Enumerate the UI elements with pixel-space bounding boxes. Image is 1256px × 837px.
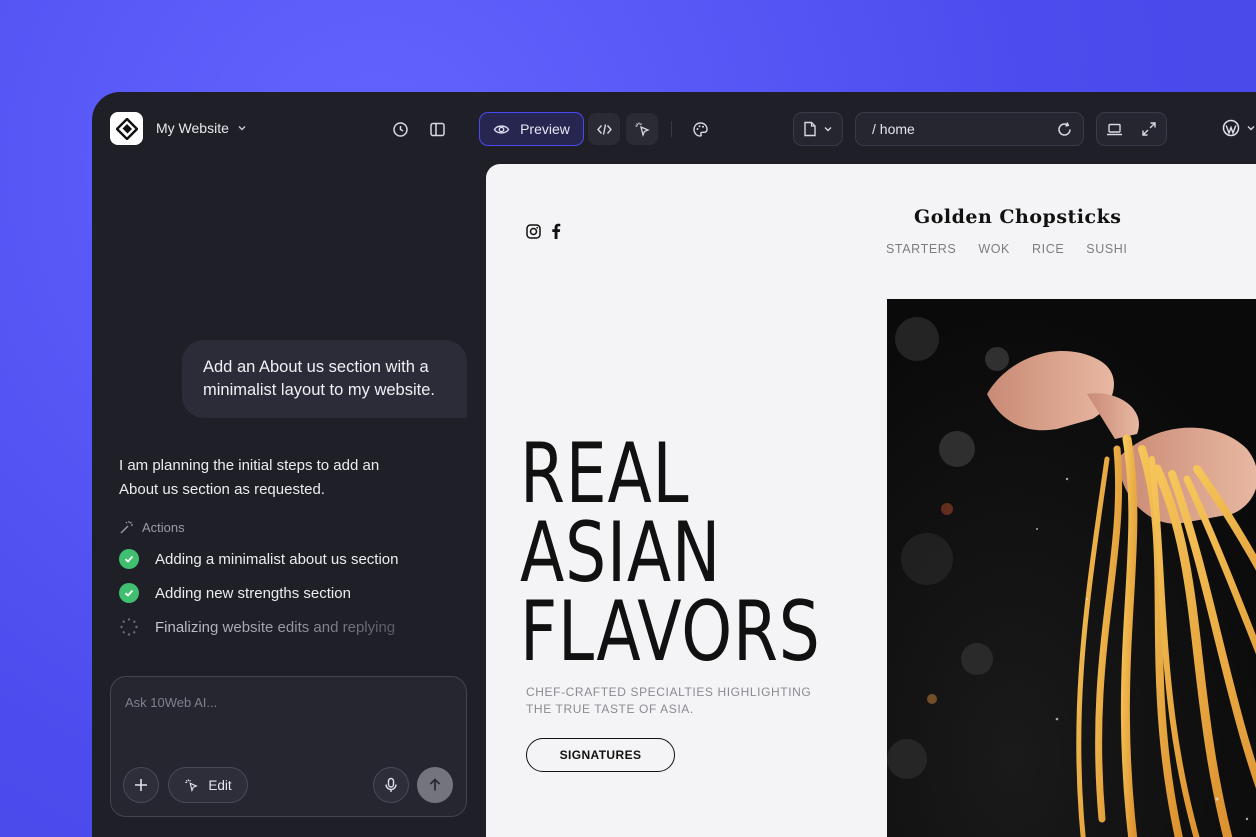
hero-subtitle: CHEF-CRAFTED SPECIALTIES HIGHLIGHTING TH… [526, 684, 826, 718]
site-brand[interactable]: Golden Chopsticks [914, 206, 1121, 228]
action-label: Adding a minimalist about us section [155, 550, 399, 568]
facebook-icon[interactable] [551, 223, 561, 239]
hero-subtitle-line: CHEF-CRAFTED SPECIALTIES HIGHLIGHTING [526, 685, 812, 699]
voice-input-button[interactable] [373, 767, 409, 803]
hero-title-line: ASIAN [520, 504, 722, 601]
edit-label: Edit [208, 777, 232, 793]
microphone-icon [385, 777, 397, 792]
code-icon [596, 123, 612, 135]
eye-icon [493, 124, 510, 134]
palette-icon [692, 121, 708, 137]
user-message: Add an About us section with a minimalis… [182, 340, 467, 418]
select-element-button[interactable] [626, 113, 658, 145]
plus-icon [135, 779, 147, 791]
ai-message: I am planning the initial steps to add a… [119, 457, 380, 498]
logo-icon[interactable] [110, 112, 143, 145]
site-selector[interactable]: My Website [156, 120, 247, 136]
page-selector[interactable] [793, 112, 843, 146]
sidebar-icon [429, 122, 445, 136]
magic-wand-icon [120, 521, 133, 534]
wordpress-icon [1222, 119, 1240, 137]
arrow-up-icon [429, 778, 441, 791]
nav-item-rice[interactable]: RICE [1032, 242, 1064, 256]
website-preview: Golden Chopsticks STARTERS WOK RICE SUSH… [486, 164, 1256, 837]
hero-image [887, 299, 1256, 837]
toolbar-divider [671, 121, 672, 137]
signatures-button[interactable]: SIGNATURES [526, 738, 675, 772]
preview-label: Preview [520, 121, 570, 137]
wordpress-menu[interactable] [1222, 119, 1256, 137]
top-bar: My Website Preview / home [92, 92, 1256, 164]
instagram-icon[interactable] [526, 223, 541, 239]
action-item: Adding new strengths section [119, 583, 351, 603]
chevron-down-icon [824, 127, 832, 132]
social-links [526, 223, 561, 239]
hero-title-line: REAL [520, 425, 690, 522]
history-button[interactable] [384, 113, 416, 145]
hero-subtitle-line: THE TRUE TASTE OF ASIA. [526, 702, 694, 716]
actions-label: Actions [142, 520, 185, 535]
toggle-sidebar-button[interactable] [421, 113, 453, 145]
preview-button[interactable]: Preview [479, 112, 584, 146]
hero-title-line: FLAVORS [520, 583, 821, 680]
hero-title: REAL ASIAN FLAVORS [520, 425, 821, 680]
action-label: Adding new strengths section [155, 584, 351, 602]
edit-button[interactable]: Edit [168, 767, 248, 803]
refresh-icon[interactable] [1056, 121, 1073, 138]
loading-spinner-icon [120, 618, 138, 636]
actions-header: Actions [119, 520, 185, 535]
cursor-click-icon [635, 122, 650, 137]
nav-item-sushi[interactable]: SUSHI [1086, 242, 1127, 256]
app-window: My Website Preview / home Add an About u… [92, 92, 1256, 837]
code-view-button[interactable] [588, 113, 620, 145]
laptop-icon[interactable] [1106, 121, 1123, 138]
action-label: Finalizing website edits and replying [155, 618, 396, 636]
url-text: / home [872, 121, 915, 137]
fullscreen-icon[interactable] [1141, 121, 1157, 137]
nav-item-wok[interactable]: WOK [978, 242, 1010, 256]
check-icon [119, 583, 139, 603]
ai-chat-panel: Add an About us section with a minimalis… [92, 164, 486, 837]
chevron-down-icon [238, 126, 246, 131]
file-icon [804, 121, 816, 137]
site-name-label: My Website [156, 120, 229, 136]
chevron-down-icon [1247, 126, 1255, 131]
action-item: Finalizing website edits and replying [119, 617, 395, 637]
device-controls [1096, 112, 1167, 146]
chat-composer: Edit [110, 676, 467, 817]
cursor-click-icon [185, 778, 199, 792]
check-icon [119, 549, 139, 569]
url-bar[interactable]: / home [855, 112, 1084, 146]
site-nav: STARTERS WOK RICE SUSHI [886, 242, 1127, 256]
add-attachment-button[interactable] [123, 767, 159, 803]
send-button[interactable] [417, 767, 453, 803]
action-item: Adding a minimalist about us section [119, 549, 398, 569]
theme-button[interactable] [684, 113, 716, 145]
history-icon [392, 121, 408, 137]
nav-item-starters[interactable]: STARTERS [886, 242, 956, 256]
chat-input[interactable] [125, 695, 445, 710]
